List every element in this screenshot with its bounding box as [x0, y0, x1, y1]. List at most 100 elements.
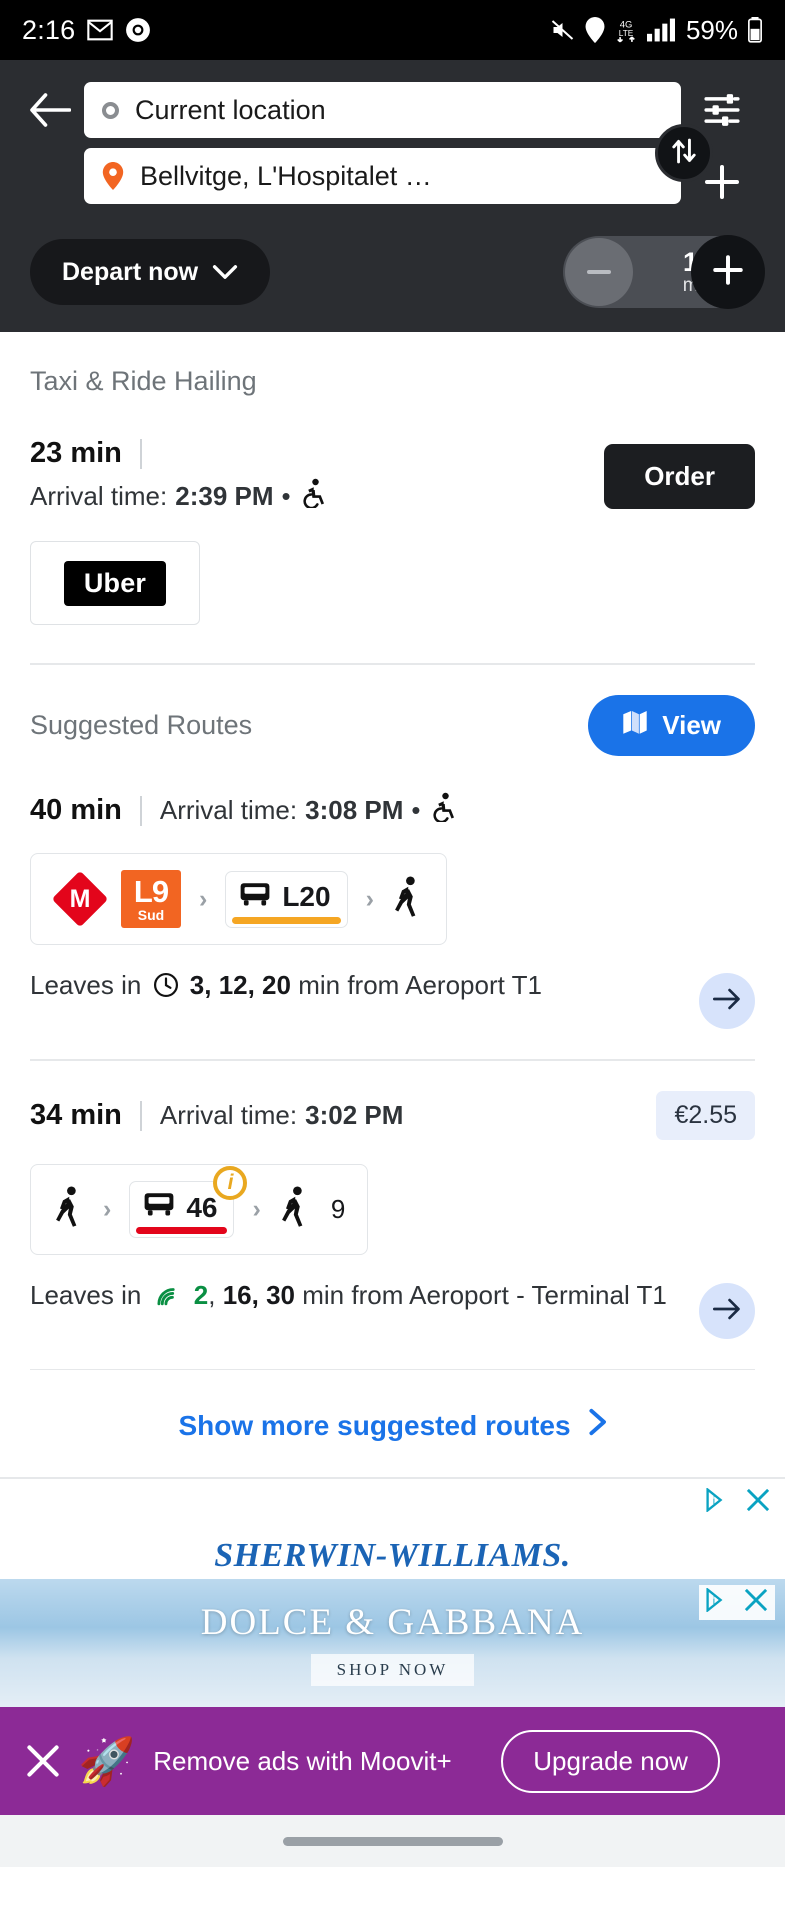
battery-icon [747, 17, 763, 43]
uber-provider-card[interactable]: Uber [30, 541, 200, 625]
route-summary: 34 min Arrival time: 3:02 PM €2.55 [30, 1091, 755, 1140]
live-signal-icon [155, 1282, 181, 1316]
moovit-plus-promo-bar: 🚀 Remove ads with Moovit+ Upgrade now [0, 1707, 785, 1815]
bus-icon [238, 880, 272, 915]
walking-icon [53, 1186, 85, 1233]
route-go-button[interactable] [699, 973, 755, 1029]
rocket-icon: 🚀 [78, 1735, 136, 1787]
route-legs[interactable]: M L9 Sud › L20 › [30, 853, 447, 945]
arrow-right-icon [712, 987, 741, 1016]
signal-bars-icon [646, 18, 675, 42]
chrome-icon [125, 17, 151, 43]
suggested-routes-header: Suggested Routes View [30, 695, 755, 756]
wheelchair-accessible-icon [429, 792, 457, 829]
filter-settings-button[interactable] [694, 88, 750, 136]
leaves-suffix: min from Aeroport T1 [298, 970, 542, 1000]
taxi-separator: • [281, 481, 291, 511]
taxi-arrival: Arrival time: 2:39 PM • [30, 478, 327, 515]
route-arrival: Arrival time: 3:08 PM • [160, 792, 457, 829]
svg-text:i: i [713, 1496, 715, 1507]
route-arrival-prefix: Arrival time: [159, 1100, 298, 1130]
line-badge-sublabel: Sud [137, 907, 165, 923]
leaves-times: 16, 30 [222, 1280, 295, 1310]
location-fields: Current location Bellvitge, L'Hospitalet… [84, 82, 713, 214]
leaves-prefix: Leaves in [30, 970, 142, 1000]
line-badge-l9: L9 Sud [121, 870, 181, 928]
swap-locations-button[interactable] [655, 124, 713, 182]
status-bar-right: 4G LTE 59% [549, 15, 763, 46]
bus-line-number: L20 [282, 881, 331, 912]
origin-field[interactable]: Current location [84, 82, 681, 138]
route-departures-text: Leaves in 2, 16, 30 min from Aeroport - … [30, 1279, 679, 1316]
home-gesture-pill[interactable] [282, 1836, 503, 1846]
stepper-increase-button[interactable] [691, 235, 765, 309]
bus-line-number: 46 [186, 1191, 218, 1223]
mute-icon [549, 18, 576, 42]
service-alert-info-icon[interactable]: i [213, 1166, 248, 1200]
route-item[interactable]: 40 min Arrival time: 3:08 PM • M L9 Sud … [30, 792, 755, 1029]
clock-icon [153, 972, 179, 1007]
stepper-decrease-button[interactable] [565, 238, 633, 306]
metro-brand-icon: M [51, 870, 109, 928]
route-arrival-prefix: Arrival time: [159, 795, 298, 825]
taxi-arrival-time: 2:39 PM [175, 481, 274, 511]
route-departures-text: Leaves in 3, 12, 20 min from Aeroport T1 [30, 969, 679, 1007]
route-price-badge: €2.55 [656, 1091, 755, 1140]
close-icon[interactable] [745, 1487, 771, 1518]
battery-percent: 59% [685, 14, 738, 45]
back-arrow-icon [29, 92, 72, 132]
close-icon[interactable] [743, 1587, 769, 1618]
svg-text:i: i [713, 1596, 715, 1607]
view-on-map-button[interactable]: View [588, 695, 755, 756]
time-window-stepper: 15 min [563, 235, 765, 309]
upgrade-now-button[interactable]: Upgrade now [501, 1729, 720, 1793]
leaves-live-time: 2 [193, 1280, 209, 1310]
ad-choices-icon[interactable]: i [705, 1487, 731, 1517]
suggested-routes-title: Suggested Routes [30, 710, 253, 740]
view-label: View [662, 710, 721, 740]
map-icon [622, 709, 648, 742]
close-icon[interactable] [26, 1744, 60, 1778]
taxi-duration: 23 min [30, 437, 122, 469]
metro-letter: M [69, 884, 91, 913]
route-departures: Leaves in 3, 12, 20 min from Aeroport T1 [30, 969, 755, 1029]
header-row: Current location Bellvitge, L'Hospitalet… [22, 82, 763, 214]
ad-banner-dolce-gabbana[interactable]: i DOLCE & GABBANA SHOP NOW [0, 1579, 785, 1707]
route-go-button[interactable] [699, 1283, 755, 1339]
route-legs[interactable]: › 46 i › 9 [30, 1164, 369, 1255]
route-summary: 40 min Arrival time: 3:08 PM • [30, 792, 755, 829]
destination-field[interactable]: Bellvitge, L'Hospitalet … [84, 148, 681, 204]
back-button[interactable] [22, 82, 78, 142]
show-more-routes-button[interactable]: Show more suggested routes [0, 1370, 785, 1477]
ad-banner-sherwin-williams[interactable]: i SHERWIN-WILLIAMS. [0, 1479, 785, 1579]
chevron-down-icon [212, 258, 238, 287]
ad2-controls: i [699, 1585, 775, 1620]
taxi-arrival-prefix: Arrival time: [30, 481, 168, 511]
header-controls: Depart now 15 min [22, 235, 765, 309]
bus-line-color-bar [136, 1227, 228, 1234]
origin-value: Current location [135, 94, 326, 125]
svg-text:LTE: LTE [619, 29, 634, 38]
depart-now-label: Depart now [62, 257, 199, 286]
route-separator: • [411, 795, 421, 825]
route-item[interactable]: 34 min Arrival time: 3:02 PM €2.55 › 46 … [30, 1091, 755, 1339]
status-bar-left: 2:16 [22, 15, 151, 46]
walking-icon [279, 1186, 311, 1233]
depart-now-button[interactable]: Depart now [30, 239, 271, 305]
taxi-option[interactable]: 23 min Arrival time: 2:39 PM • Order [30, 437, 755, 515]
bus-line-chip: 46 i [129, 1166, 248, 1238]
suggested-routes-section: Suggested Routes View 40 min Arrival tim… [0, 695, 785, 1339]
status-bar: 2:16 4G LTE 59% [0, 0, 785, 60]
divider [139, 438, 142, 469]
uber-logo: Uber [63, 560, 167, 606]
order-button[interactable]: Order [604, 443, 755, 509]
ad-choices-icon[interactable]: i [705, 1587, 731, 1617]
moovit-promo-message: Remove ads with Moovit+ [153, 1745, 452, 1776]
ad2-cta[interactable]: SHOP NOW [310, 1653, 475, 1686]
route-arrival: Arrival time: 3:02 PM [160, 1100, 404, 1131]
line-badge-label: L9 [133, 874, 169, 909]
route-arrival-time: 3:08 PM [305, 795, 404, 825]
route-arrival-time: 3:02 PM [305, 1100, 404, 1130]
destination-pin-icon [102, 162, 124, 190]
taxi-section-title: Taxi & Ride Hailing [30, 366, 257, 396]
